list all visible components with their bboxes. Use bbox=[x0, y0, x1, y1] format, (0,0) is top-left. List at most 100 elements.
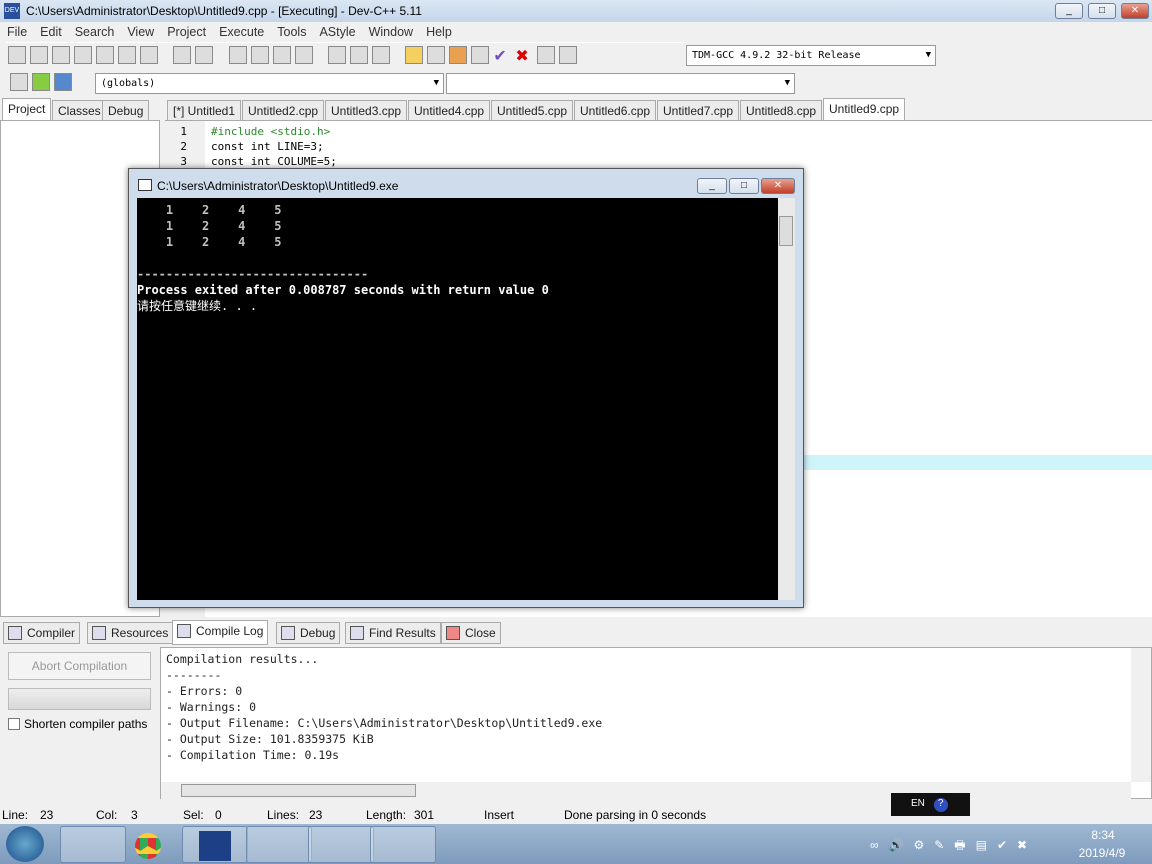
ime-language: EN bbox=[911, 798, 925, 809]
tab-compiler[interactable]: Compiler bbox=[3, 622, 81, 644]
console-minimize-button[interactable]: _ bbox=[697, 178, 727, 194]
log-vertical-scrollbar[interactable] bbox=[1131, 648, 1151, 782]
goto-definition-icon[interactable] bbox=[54, 73, 72, 91]
taskbar-project-icon[interactable] bbox=[246, 826, 312, 863]
class-insert-icon[interactable] bbox=[10, 73, 28, 91]
menu-window[interactable]: Window bbox=[362, 22, 419, 39]
compiler-value: TDM-GCC 4.9.2 32-bit Release bbox=[692, 50, 861, 61]
console-scrollbar[interactable] bbox=[778, 198, 795, 600]
console-maximize-button[interactable]: □ bbox=[729, 178, 759, 194]
goto-declaration-icon[interactable] bbox=[32, 73, 50, 91]
delete-profile-icon[interactable] bbox=[559, 46, 578, 64]
help-icon[interactable]: ? bbox=[933, 798, 948, 812]
close-button[interactable]: ✕ bbox=[1121, 3, 1149, 19]
shorten-paths-checkbox[interactable] bbox=[8, 718, 20, 730]
line-number: 2 bbox=[180, 140, 187, 153]
menu-help[interactable]: Help bbox=[419, 22, 458, 39]
print-icon[interactable] bbox=[140, 46, 158, 64]
member-select[interactable]: ▼ bbox=[446, 73, 795, 94]
scope-select[interactable]: (globals) ▼ bbox=[95, 73, 444, 94]
menu-edit[interactable]: Edit bbox=[33, 22, 68, 39]
menu-file[interactable]: File bbox=[0, 22, 33, 39]
close-file-icon[interactable] bbox=[96, 46, 114, 64]
redo-icon[interactable] bbox=[195, 46, 214, 64]
log-line: Compilation results... bbox=[166, 652, 319, 666]
menu-tools[interactable]: Tools bbox=[270, 22, 312, 39]
replace-icon[interactable] bbox=[250, 46, 269, 64]
console-line: 1 2 4 5 bbox=[137, 235, 282, 249]
tab-find-results[interactable]: Find Results bbox=[345, 622, 441, 644]
taskbar-chrome-icon[interactable] bbox=[118, 826, 184, 863]
scroll-thumb[interactable] bbox=[181, 784, 416, 797]
file-tab[interactable]: [*] Untitled1 bbox=[167, 100, 242, 121]
console-line: 1 2 4 5 bbox=[137, 203, 282, 217]
file-tab[interactable]: Untitled6.cpp bbox=[574, 100, 657, 121]
menu-search[interactable]: Search bbox=[68, 22, 121, 39]
tab-resources[interactable]: Resources bbox=[87, 622, 174, 644]
tab-classes[interactable]: Classes bbox=[52, 100, 107, 121]
file-tab[interactable]: Untitled2.cpp bbox=[242, 100, 325, 121]
menu-astyle[interactable]: AStyle bbox=[312, 22, 361, 39]
clock-time[interactable]: 8:34 bbox=[1068, 828, 1138, 842]
next-icon[interactable] bbox=[350, 46, 369, 64]
new-file-icon[interactable] bbox=[8, 46, 26, 64]
console-close-button[interactable]: ✕ bbox=[761, 178, 795, 194]
taskbar-devcpp-icon[interactable] bbox=[182, 826, 248, 863]
tab-compile-log[interactable]: Compile Log bbox=[172, 620, 269, 645]
start-button[interactable] bbox=[6, 826, 44, 862]
file-tab[interactable]: Untitled5.cpp bbox=[491, 100, 574, 121]
clock-date[interactable]: 2019/4/9 bbox=[1062, 846, 1142, 860]
stop-icon[interactable]: ✖ bbox=[515, 46, 533, 65]
check-icon[interactable]: ✔ bbox=[493, 46, 511, 65]
ime-bar[interactable]: EN ? bbox=[891, 793, 970, 816]
save-all-icon[interactable] bbox=[74, 46, 92, 64]
tab-project[interactable]: Project bbox=[2, 98, 52, 121]
profile-icon[interactable] bbox=[537, 46, 556, 64]
rebuild-icon[interactable] bbox=[471, 46, 490, 64]
file-tab-active[interactable]: Untitled9.cpp bbox=[823, 98, 906, 121]
taskbar-paint-icon[interactable] bbox=[308, 826, 374, 863]
compile-log[interactable]: Compilation results... -------- - Errors… bbox=[160, 647, 1152, 799]
bookmark-icon[interactable] bbox=[372, 46, 391, 64]
file-tab[interactable]: Untitled8.cpp bbox=[740, 100, 823, 121]
file-tab[interactable]: Untitled7.cpp bbox=[657, 100, 740, 121]
find-icon bbox=[350, 626, 364, 640]
compile-icon[interactable] bbox=[405, 46, 424, 64]
tab-debug[interactable]: Debug bbox=[102, 100, 150, 121]
menu-execute[interactable]: Execute bbox=[212, 22, 270, 39]
secondary-toolbar bbox=[8, 70, 88, 96]
compile-run-icon[interactable] bbox=[449, 46, 468, 64]
console-window[interactable]: C:\Users\Administrator\Desktop\Untitled9… bbox=[128, 168, 804, 608]
console-line: 请按任意键继续. . . bbox=[137, 299, 258, 313]
save-icon[interactable] bbox=[52, 46, 70, 64]
goto-icon[interactable] bbox=[272, 46, 291, 64]
close-all-icon[interactable] bbox=[118, 46, 136, 64]
compiler-select[interactable]: TDM-GCC 4.9.2 32-bit Release ▼ bbox=[686, 45, 936, 66]
taskbar-window-icon[interactable] bbox=[370, 826, 436, 863]
status-col: 3 bbox=[131, 808, 138, 822]
run-icon[interactable] bbox=[427, 46, 446, 64]
indent-icon[interactable] bbox=[294, 46, 313, 64]
chevron-down-icon: ▼ bbox=[925, 50, 931, 60]
tab-close[interactable]: Close bbox=[441, 622, 501, 644]
chevron-down-icon: ▼ bbox=[784, 78, 790, 88]
console-title: C:\Users\Administrator\Desktop\Untitled9… bbox=[157, 179, 399, 193]
maximize-button[interactable]: □ bbox=[1088, 3, 1116, 19]
prev-icon[interactable] bbox=[328, 46, 347, 64]
file-tab[interactable]: Untitled4.cpp bbox=[408, 100, 491, 121]
menu-view[interactable]: View bbox=[120, 22, 160, 39]
tab-debug-bottom[interactable]: Debug bbox=[276, 622, 341, 644]
scroll-thumb[interactable] bbox=[779, 216, 793, 246]
log-horizontal-scrollbar[interactable] bbox=[161, 782, 1131, 799]
taskbar-explorer-icon[interactable] bbox=[60, 826, 126, 863]
find-icon[interactable] bbox=[228, 46, 247, 64]
minimize-button[interactable]: _ bbox=[1055, 3, 1083, 19]
abort-compilation-button[interactable]: Abort Compilation bbox=[8, 652, 151, 680]
file-tab[interactable]: Untitled3.cpp bbox=[325, 100, 408, 121]
open-icon[interactable] bbox=[30, 46, 48, 64]
system-tray-icons[interactable]: ∞🔊⚙✎🖶▤✔✖ bbox=[870, 836, 1060, 852]
undo-icon[interactable] bbox=[173, 46, 192, 64]
menu-bar: File Edit Search View Project Execute Tools ASt… bbox=[0, 22, 1152, 42]
menu-project[interactable]: Project bbox=[160, 22, 212, 39]
